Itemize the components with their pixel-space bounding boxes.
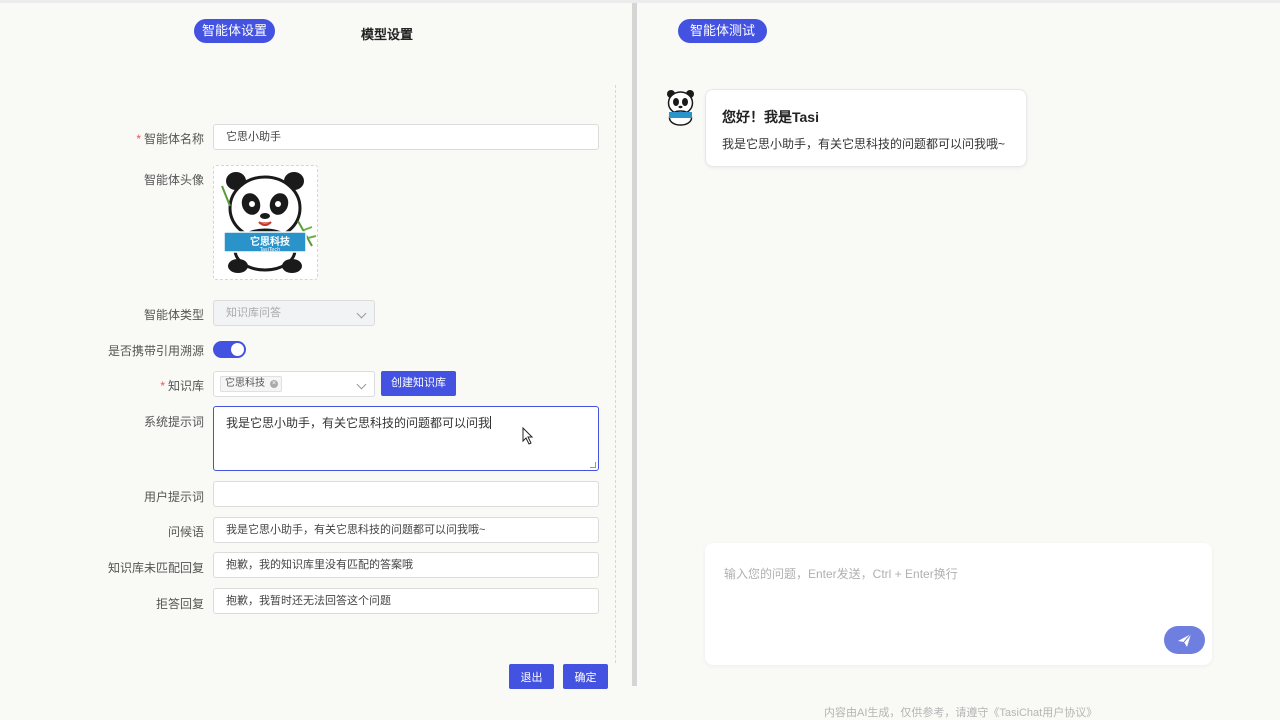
system-prompt-text: 我是它思小助手，有关它思科技的问题都可以问我 bbox=[226, 416, 491, 430]
kb-tag: 它思科技 × bbox=[220, 376, 282, 392]
no-match-reply-label: 知识库未匹配回复 bbox=[107, 561, 204, 575]
chevron-down-icon bbox=[356, 308, 367, 319]
resize-handle[interactable] bbox=[590, 462, 596, 468]
close-icon[interactable]: × bbox=[270, 380, 278, 388]
tab-agent-test[interactable]: 智能体测试 bbox=[678, 19, 767, 43]
mouse-pointer-icon bbox=[522, 427, 534, 445]
no-match-reply-input[interactable]: 抱歉，我的知识库里没有匹配的答案哦 bbox=[213, 552, 599, 578]
system-prompt-textarea[interactable]: 我是它思小助手，有关它思科技的问题都可以问我 bbox=[213, 406, 599, 471]
agent-type-value: 知识库问答 bbox=[226, 307, 281, 319]
paper-plane-icon bbox=[1178, 633, 1192, 647]
agent-settings-pane: 智能体设置 模型设置 * 智能体名称 它思小助手 智能体头像 它思科技 TasiT… bbox=[0, 3, 632, 720]
text-caret bbox=[490, 416, 492, 429]
agent-name-input[interactable]: 它思小助手 bbox=[213, 124, 599, 150]
citation-toggle[interactable] bbox=[213, 341, 246, 358]
greeting-title: 您好！我是Tasi bbox=[722, 109, 819, 125]
agent-type-select[interactable]: 知识库问答 bbox=[213, 300, 375, 326]
form-divider bbox=[615, 85, 616, 663]
tab-model-settings[interactable]: 模型设置 bbox=[361, 24, 413, 43]
exit-button[interactable]: 退出 bbox=[509, 664, 554, 689]
chevron-down-icon bbox=[356, 379, 367, 390]
avatar-badge-subtext: TasiTech bbox=[259, 247, 280, 253]
refuse-reply-label: 拒答回复 bbox=[155, 597, 204, 611]
knowledge-base-select[interactable]: 它思科技 × bbox=[213, 371, 375, 397]
bot-avatar bbox=[667, 90, 694, 126]
create-knowledge-base-button[interactable]: 创建知识库 bbox=[381, 371, 456, 396]
required-mark: * bbox=[160, 379, 165, 393]
refuse-reply-input[interactable]: 抱歉，我暂时还无法回答这个问题 bbox=[213, 588, 599, 614]
user-prompt-label: 用户提示词 bbox=[143, 490, 204, 504]
user-prompt-input[interactable] bbox=[213, 481, 599, 507]
greeting-label: 问候语 bbox=[167, 525, 204, 539]
greeting-input[interactable]: 我是它思小助手，有关它思科技的问题都可以问我哦~ bbox=[213, 517, 599, 543]
agent-name-label: * 智能体名称 bbox=[136, 132, 204, 146]
citation-label: 是否携带引用溯源 bbox=[107, 344, 204, 358]
agent-avatar-upload[interactable]: 它思科技 TasiTech bbox=[213, 165, 318, 280]
bot-greeting-bubble: 您好！我是Tasi 我是它思小助手，有关它思科技的问题都可以问我哦~ bbox=[705, 89, 1027, 167]
greeting-message: 我是它思小助手，有关它思科技的问题都可以问我哦~ bbox=[722, 137, 1006, 151]
confirm-button[interactable]: 确定 bbox=[563, 664, 608, 689]
disclaimer-footer: 内容由AI生成，仅供参考，请遵守《TasiChat用户协议》 bbox=[824, 707, 1098, 719]
panda-avatar-image: 它思科技 TasiTech bbox=[221, 172, 317, 273]
pane-splitter[interactable] bbox=[632, 3, 637, 686]
knowledge-base-label: * 知识库 bbox=[160, 379, 204, 393]
agent-type-label: 智能体类型 bbox=[143, 308, 204, 322]
send-button[interactable] bbox=[1164, 626, 1205, 654]
tab-agent-settings[interactable]: 智能体设置 bbox=[194, 19, 275, 43]
chat-input-placeholder[interactable]: 输入您的问题，Enter发送，Ctrl + Enter换行 bbox=[724, 565, 958, 582]
agent-avatar-label: 智能体头像 bbox=[143, 173, 204, 187]
chat-input-box[interactable]: 输入您的问题，Enter发送，Ctrl + Enter换行 bbox=[705, 543, 1212, 665]
required-mark: * bbox=[136, 132, 141, 146]
system-prompt-label: 系统提示词 bbox=[143, 415, 204, 429]
